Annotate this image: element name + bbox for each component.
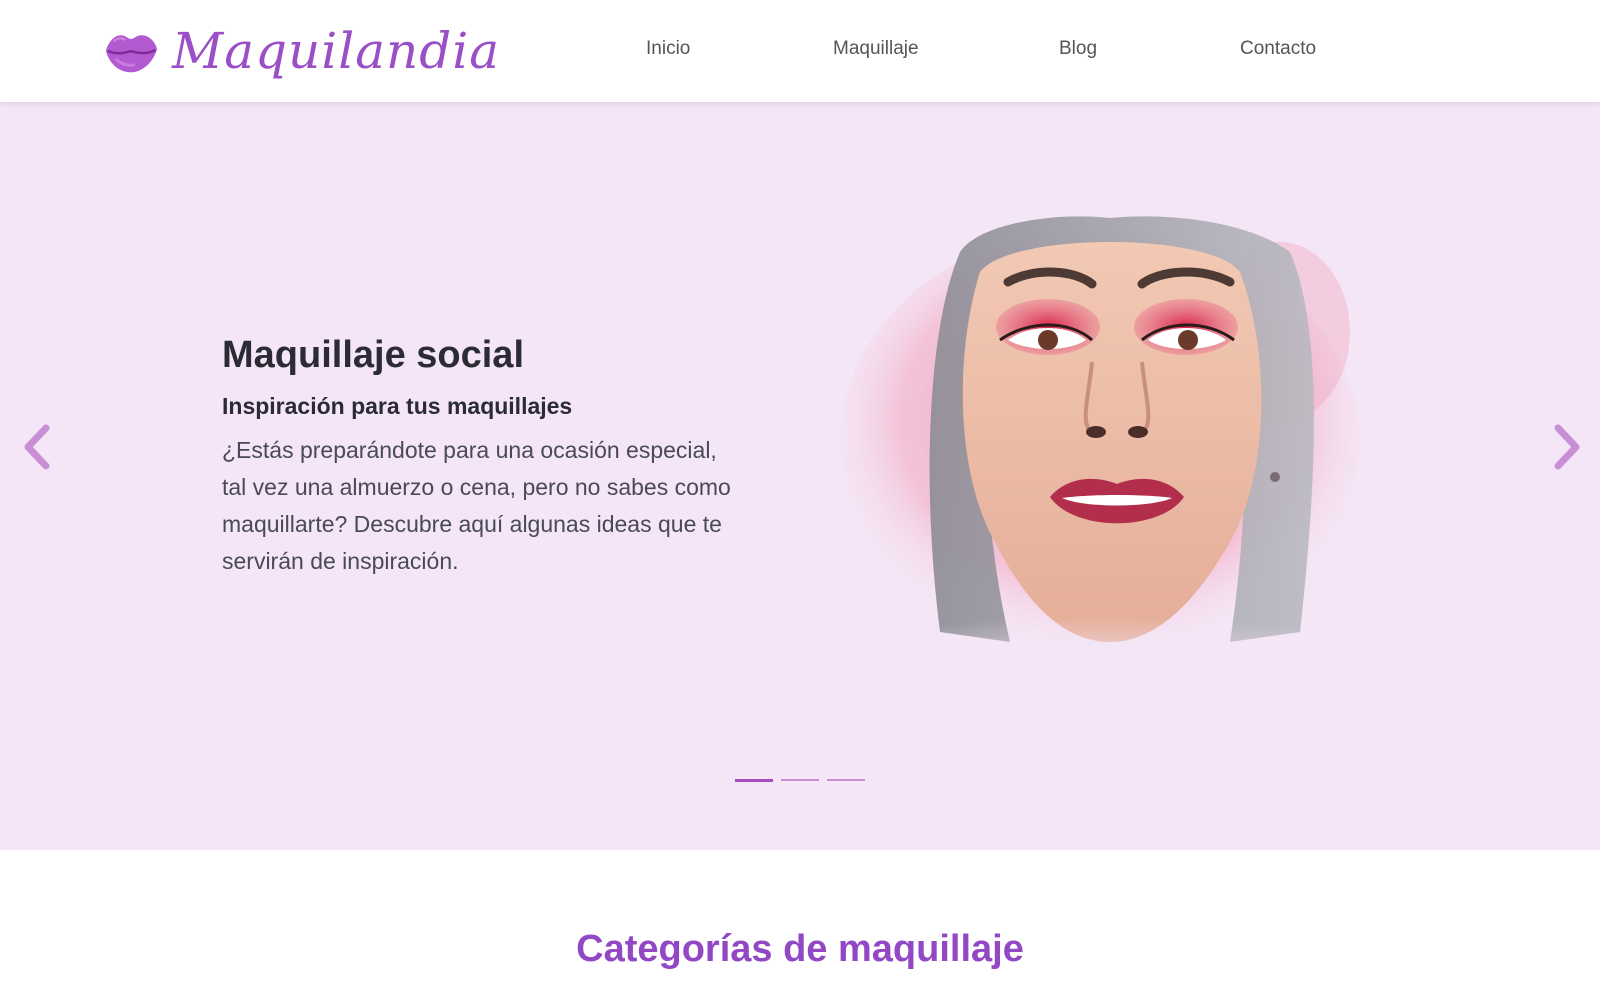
chevron-right-icon — [1554, 424, 1580, 470]
nav-link-maquillaje[interactable]: Maquillaje — [833, 38, 919, 60]
carousel-indicator-1[interactable] — [735, 779, 773, 782]
chevron-left-icon — [24, 424, 50, 470]
hero-model-image — [830, 216, 1380, 682]
categories-heading: Categorías de maquillaje — [576, 928, 1024, 970]
slide-description: ¿Estás preparándote para una ocasión esp… — [222, 437, 731, 574]
nav-link-inicio[interactable]: Inicio — [646, 38, 690, 60]
carousel-next-button[interactable] — [1546, 422, 1586, 472]
hero-carousel: Maquillaje social Inspiración para tus m… — [0, 102, 1600, 850]
navbar: Maquilandia Inicio Maquillaje Blog Conta… — [0, 0, 1600, 102]
slide-subtitle: Inspiración para tus maquillajes — [222, 393, 573, 419]
carousel-indicator-2[interactable] — [781, 779, 819, 781]
carousel-prev-button[interactable] — [18, 422, 58, 472]
nav-link-contacto[interactable]: Contacto — [1240, 38, 1316, 60]
main-nav: Inicio Maquillaje Blog Contacto — [0, 0, 1600, 102]
carousel-indicator-3[interactable] — [827, 779, 865, 781]
slide-caption: Maquillaje social Inspiración para tus m… — [222, 334, 732, 580]
carousel-indicators — [0, 779, 1600, 789]
nav-link-blog[interactable]: Blog — [1059, 38, 1097, 60]
slide-title: Maquillaje social — [222, 334, 524, 376]
